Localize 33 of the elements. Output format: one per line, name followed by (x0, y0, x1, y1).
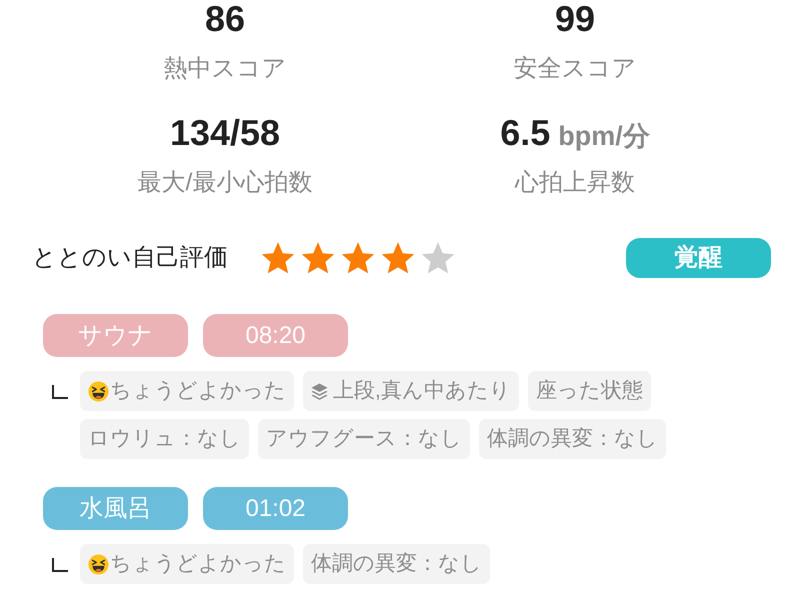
metric-label: 心拍上昇数 (515, 168, 635, 198)
unit-label: bpm/分 (558, 121, 650, 151)
laughing-face-icon (88, 380, 109, 402)
metric-value: 134/58 (170, 112, 280, 153)
metric-value: 86 (204, 0, 246, 39)
star-icon (381, 241, 415, 275)
info-tag: 体調の異変：なし (479, 419, 666, 459)
metric-value: 6.5 (500, 112, 550, 153)
bath-type-tag: 水風呂 (43, 487, 188, 530)
metric-label: 熱中スコア (164, 54, 286, 84)
condition-tag: 覚醒 (626, 238, 771, 278)
info-tag: アウフグース：なし (258, 419, 470, 459)
metric-value: 99 (554, 0, 596, 39)
tag-text: ちょうどよかった (110, 551, 286, 578)
corner-line-icon (52, 558, 68, 572)
metric-label: 安全スコア (514, 54, 636, 84)
tag-text: ちょうどよかった (110, 378, 286, 404)
star-icon (341, 241, 375, 275)
metric-label: 最大/最小心拍数 (138, 168, 312, 198)
corner-line-icon (52, 385, 68, 399)
rating-label: ととのい自己評価 (32, 243, 228, 273)
layers-icon (311, 382, 328, 400)
info-tag: 座った状態 (528, 371, 651, 411)
star-icon (301, 241, 335, 275)
tag-text: 上段,真ん中あたり (333, 378, 511, 404)
star-icon (421, 241, 455, 275)
info-tag: 体調の異変：なし (303, 544, 490, 584)
info-tag: ロウリュ：なし (80, 419, 249, 459)
laughing-face-icon (88, 554, 109, 574)
star-icon (261, 241, 295, 275)
bath-type-tag: サウナ (43, 314, 188, 357)
duration-tag: 08:20 (203, 314, 348, 357)
duration-tag: 01:02 (203, 487, 348, 530)
